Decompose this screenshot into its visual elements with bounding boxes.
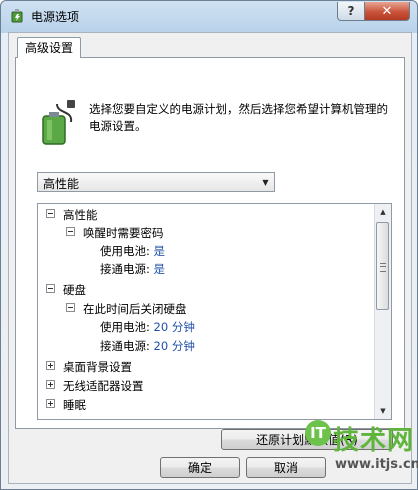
tree-item-hard-disk-battery[interactable]: 使用电池: 20 分钟 <box>100 318 195 336</box>
scrollbar-thumb[interactable] <box>376 222 389 310</box>
scroll-up-icon[interactable]: ▲ <box>375 204 391 220</box>
tree-scrollbar[interactable]: ▲ ▼ <box>374 204 391 419</box>
tree-item-wireless-adapter[interactable]: 无线适配器设置 <box>46 377 144 395</box>
cancel-button[interactable]: 取消 <box>246 457 326 478</box>
setting-value[interactable]: 20 分钟 <box>154 320 195 334</box>
battery-plug-icon <box>42 100 75 145</box>
tree-item-hard-disk-plugged-in[interactable]: 接通电源: 20 分钟 <box>100 337 195 355</box>
tree-item-sleep[interactable]: 睡眠 <box>46 396 86 414</box>
tree-item-wake-password[interactable]: 唤醒时需要密码 <box>66 224 164 242</box>
tree-item-desktop-background[interactable]: 桌面背景设置 <box>46 358 132 376</box>
close-icon: ✕ <box>381 3 393 19</box>
power-options-window: 电源选项 ? ✕ 高级设置 选择您要自定义的电源计划，然后选择您希望计算机管理的… <box>0 0 418 490</box>
setting-value[interactable]: 是 <box>154 244 166 258</box>
power-plan-select-value: 高性能 <box>43 177 80 191</box>
ok-button[interactable]: 确定 <box>160 457 240 478</box>
tab-advanced-settings[interactable]: 高级设置 <box>17 37 81 58</box>
setting-value[interactable]: 是 <box>154 262 166 276</box>
tree-item-hard-disk[interactable]: 硬盘 <box>46 281 86 299</box>
chevron-down-icon[interactable]: ▼ <box>257 173 274 191</box>
power-options-icon <box>11 9 23 23</box>
expand-icon[interactable] <box>46 361 55 370</box>
restore-defaults-button[interactable]: 还原计划默认值(R) <box>221 429 393 450</box>
tree-item-wake-password-battery[interactable]: 使用电池: 是 <box>100 242 165 260</box>
close-button[interactable]: ✕ <box>364 2 410 21</box>
scroll-down-icon[interactable]: ▼ <box>375 403 391 419</box>
power-plan-select[interactable]: 高性能 ▼ <box>37 172 275 192</box>
tree-item-high-performance[interactable]: 高性能 <box>46 206 98 224</box>
grip-icon <box>380 263 386 272</box>
tree-item-wake-password-plugged-in[interactable]: 接通电源: 是 <box>100 260 165 278</box>
collapse-icon[interactable] <box>66 303 75 312</box>
window-title: 电源选项 <box>31 10 80 24</box>
setting-value[interactable]: 20 分钟 <box>154 339 195 353</box>
settings-tree[interactable]: 高性能 唤醒时需要密码 使用电池: 是 接通电源: 是 硬盘 在此时间后关闭硬盘 <box>37 203 392 420</box>
help-icon: ? <box>347 4 355 18</box>
tree-item-turn-off-hard-disk[interactable]: 在此时间后关闭硬盘 <box>66 300 187 318</box>
expand-icon[interactable] <box>46 399 55 408</box>
collapse-icon[interactable] <box>46 284 55 293</box>
tab-panel: 选择您要自定义的电源计划，然后选择您希望计算机管理的电源设置。 高性能 ▼ 高性… <box>15 57 405 450</box>
expand-icon[interactable] <box>46 380 55 389</box>
help-button[interactable]: ? <box>337 2 365 21</box>
collapse-icon[interactable] <box>66 227 75 236</box>
intro-description: 选择您要自定义的电源计划，然后选择您希望计算机管理的电源设置。 <box>89 102 388 133</box>
collapse-icon[interactable] <box>46 209 55 218</box>
title-bar: 电源选项 ? ✕ <box>1 1 417 31</box>
dialog-client-area: 高级设置 选择您要自定义的电源计划，然后选择您希望计算机管理的电源设置。 高性能… <box>8 32 412 484</box>
